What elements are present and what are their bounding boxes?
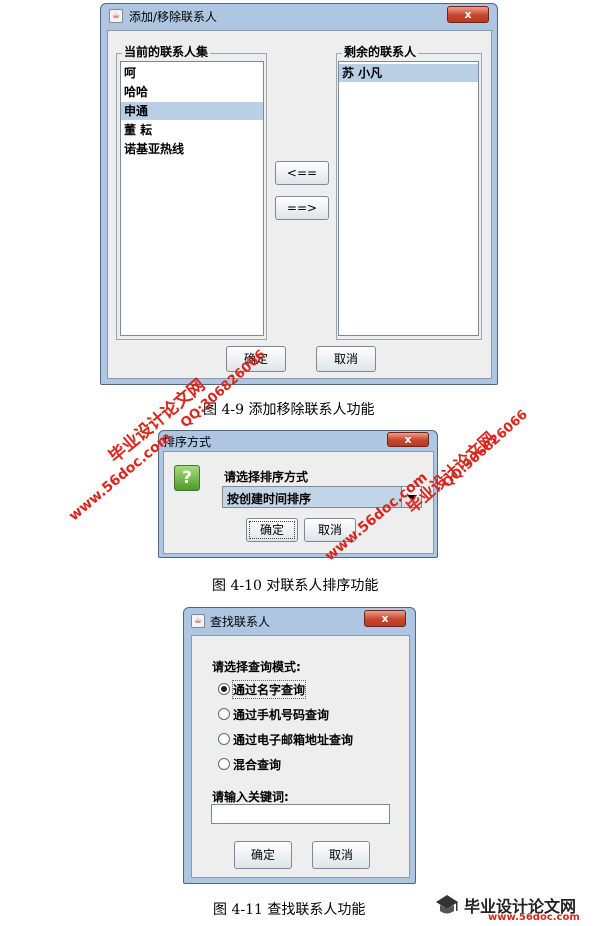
list-item-selected[interactable]: 申通 [121,102,263,120]
list-item[interactable]: 哈哈 [121,83,263,101]
move-right-button[interactable]: ==> [275,196,329,220]
remaining-contacts-list[interactable]: 苏 小凡 [338,61,479,336]
ok-button[interactable]: 确定 [234,841,292,869]
sort-prompt: 请选择排序方式 [224,470,309,484]
ok-button[interactable]: 确定 [246,518,298,542]
radio-by-email[interactable] [218,733,230,745]
find-contact-dialog: ☕ 查找联系人 x 请选择查询模式: 通过名字查询 通过手机号码查询 通过电子邮… [183,607,416,884]
current-contacts-list[interactable]: 呵 哈哈 申通 董 耘 诺基亚热线 [120,61,264,336]
java-app-icon: ☕ [109,9,123,23]
radio-by-phone[interactable] [218,708,230,720]
radio-by-phone-label[interactable]: 通过手机号码查询 [233,706,329,723]
sort-selected-value: 按创建时间排序 [227,492,312,506]
remaining-contacts-label: 剩余的联系人 [342,45,419,59]
radio-mixed[interactable] [218,758,230,770]
keyword-label: 请输入关键词: [212,790,289,804]
dialog-content: 当前的联系人集 呵 哈哈 申通 董 耘 诺基亚热线 <== ==> 剩余的联系人… [107,30,492,379]
caption-fig-4-10: 图 4-10 对联系人排序功能 [212,578,379,594]
list-item[interactable]: 呵 [121,64,263,82]
list-item-selected[interactable]: 苏 小凡 [339,64,478,82]
move-left-button[interactable]: <== [275,161,329,185]
list-item[interactable]: 诺基亚热线 [121,140,263,158]
java-app-icon: ☕ [191,614,205,628]
close-icon[interactable]: x [387,432,429,447]
dialog-content: 请选择查询模式: 通过名字查询 通过手机号码查询 通过电子邮箱地址查询 混合查询… [191,635,410,878]
site-logo-icon [434,893,460,919]
close-icon[interactable]: x [364,610,406,627]
radio-by-name-label[interactable]: 通过名字查询 [231,680,307,699]
keyword-input[interactable] [211,804,390,824]
dialog-title: 查找联系人 [210,615,271,629]
radio-by-name[interactable] [218,683,230,695]
radio-by-email-label[interactable]: 通过电子邮箱地址查询 [233,731,353,748]
logo-site: www.56doc.com [488,912,580,923]
caption-fig-4-11: 图 4-11 查找联系人功能 [213,902,366,918]
question-icon: ? [174,465,200,491]
caption-fig-4-9: 图 4-9 添加移除联系人功能 [203,402,375,418]
dialog-title: 添加/移除联系人 [129,10,218,24]
query-mode-prompt: 请选择查询模式: [212,660,301,674]
cancel-button[interactable]: 取消 [312,841,370,869]
cancel-button[interactable]: 取消 [316,346,376,372]
close-icon[interactable]: x [447,6,489,23]
current-contacts-label: 当前的联系人集 [122,45,211,59]
list-item[interactable]: 董 耘 [121,121,263,139]
add-remove-contacts-dialog: ☕ 添加/移除联系人 x 当前的联系人集 呵 哈哈 申通 董 耘 诺基亚热线 <… [100,3,498,385]
radio-mixed-label[interactable]: 混合查询 [233,756,281,773]
